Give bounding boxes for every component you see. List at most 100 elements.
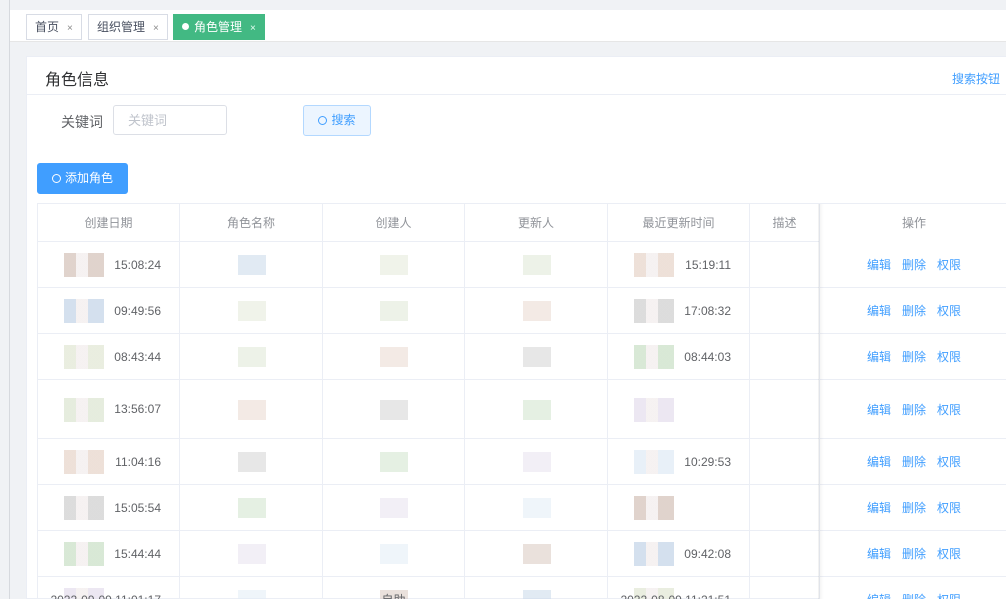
col-created: 创建日期 [38,204,180,242]
table-row: 13:56:07 编辑 删除 权限 [38,380,1006,439]
cell-text: 15:19:11 [685,257,731,272]
redacted-block [522,590,551,599]
tab-org[interactable]: 组织管理 × [88,14,168,40]
tab-role-label: 角色管理 [194,20,243,34]
permission-button[interactable]: 权限 [937,545,961,562]
table-row: 15:44:44 09:42:08 编辑 删除 权限 [38,531,1006,577]
row-actions: 编辑 删除 权限 [820,577,1006,599]
close-icon[interactable]: × [153,23,159,34]
cell-updated: 15:19:11 [608,242,750,287]
cell-creator [323,380,465,438]
redacted-block [634,450,674,474]
cell-created: 15:44:44 [38,531,180,576]
redacted-block [634,496,674,520]
table-row: 11:04:16 10:29:53 编辑 删除 权限 [38,439,1006,485]
table-row: 2022-09-09 11:01:17 自助 2022-08-09 11:21:51… [38,577,1006,599]
permission-button[interactable]: 权限 [937,348,961,365]
cell-name [180,439,323,484]
cell-updater [465,380,608,438]
redacted-block [64,397,104,422]
cell-name [180,577,323,599]
cell-text: 10:29:53 [684,454,731,469]
edit-button[interactable]: 编辑 [867,545,891,562]
cell-name [180,531,323,576]
cell-creator [323,531,465,576]
redacted-block [64,299,104,323]
row-actions: 编辑删除权限 [820,334,1006,379]
left-edge [0,0,10,599]
delete-button[interactable]: 删除 [902,499,926,516]
cell-updater [465,242,608,287]
cell-updated: 09:42:08 [608,531,750,576]
delete-button[interactable]: 删除 [902,545,926,562]
redacted-block [380,544,408,564]
redacted-block [64,450,104,474]
role-card: 角色信息 搜索按钮 关键词 搜索 添加角色 创建日期 角色名称 创建人 更新人 … [26,56,1006,599]
cell-text: 08:44:03 [684,349,731,364]
redacted-block [634,253,674,277]
redacted-block [237,399,266,420]
edit-button[interactable]: 编辑 [867,453,891,470]
col-updater: 更新人 [465,204,608,242]
edit-button[interactable]: 编辑 [867,256,891,273]
cell-text: 2022-08-09 11:21:51 [620,593,731,599]
cell-desc [750,334,820,379]
search-toggle-link[interactable]: 搜索按钮 [952,70,1000,87]
cell-name [180,242,323,287]
redacted-block [634,299,674,323]
edit-button[interactable]: 编辑 [867,302,891,319]
cell-text: 15:08:24 [114,257,161,272]
redacted-block [522,347,551,367]
cell-updated: 2022-08-09 11:21:51 [608,577,750,599]
redacted-block [380,399,408,420]
cell-created: 13:56:07 [38,380,180,438]
redacted-block [634,397,674,422]
cell-updated [608,485,750,530]
permission-button[interactable]: 权限 [937,453,961,470]
delete-button[interactable]: 删除 [902,302,926,319]
col-creator: 创建人 [323,204,465,242]
cell-desc [750,531,820,576]
permission-button[interactable]: 权限 [937,591,961,599]
close-icon[interactable]: × [67,23,73,34]
row-actions: 编辑删除权限 [820,485,1006,530]
search-icon [318,116,328,125]
col-desc: 描述 [750,204,820,242]
redacted-block [522,498,551,518]
search-button[interactable]: 搜索 [303,105,371,136]
delete-button[interactable]: 删除 [902,591,926,599]
redacted-block [380,255,408,275]
cell-created: 09:49:56 [38,288,180,333]
permission-button[interactable]: 权限 [937,302,961,319]
delete-button[interactable]: 删除 [902,256,926,273]
search-button-label: 搜索 [331,113,356,127]
cell-text: 09:42:08 [684,546,731,561]
delete-button[interactable]: 删除 [902,401,926,418]
permission-button[interactable]: 权限 [937,401,961,418]
edit-button[interactable]: 编辑 [867,499,891,516]
role-table: 创建日期 角色名称 创建人 更新人 最近更新时间 描述 操作 15:08:24 1… [37,203,1006,599]
tags-view: 首页 × 组织管理 × 角色管理 × [10,10,1006,42]
active-dot-icon [182,23,189,30]
cell-text: 自助 [381,591,405,599]
tab-role[interactable]: 角色管理 × [173,14,265,40]
edit-button[interactable]: 编辑 [867,401,891,418]
delete-button[interactable]: 删除 [902,348,926,365]
row-actions: 编辑删除权限 [820,242,1006,287]
add-role-button[interactable]: 添加角色 [37,163,128,194]
close-icon[interactable]: × [250,23,256,34]
keyword-input[interactable] [113,105,227,135]
permission-button[interactable]: 权限 [937,499,961,516]
edit-button[interactable]: 编辑 [867,348,891,365]
cell-text: 09:49:56 [114,303,161,318]
tab-home[interactable]: 首页 × [26,14,82,40]
row-actions: 编辑删除权限 [820,288,1006,333]
col-updated-time: 最近更新时间 [608,204,750,242]
edit-button[interactable]: 编辑 [867,591,891,599]
redacted-block [237,498,266,518]
delete-button[interactable]: 删除 [902,453,926,470]
search-icon [51,174,61,183]
permission-button[interactable]: 权限 [937,256,961,273]
cell-creator [323,439,465,484]
redacted-block [237,544,266,564]
